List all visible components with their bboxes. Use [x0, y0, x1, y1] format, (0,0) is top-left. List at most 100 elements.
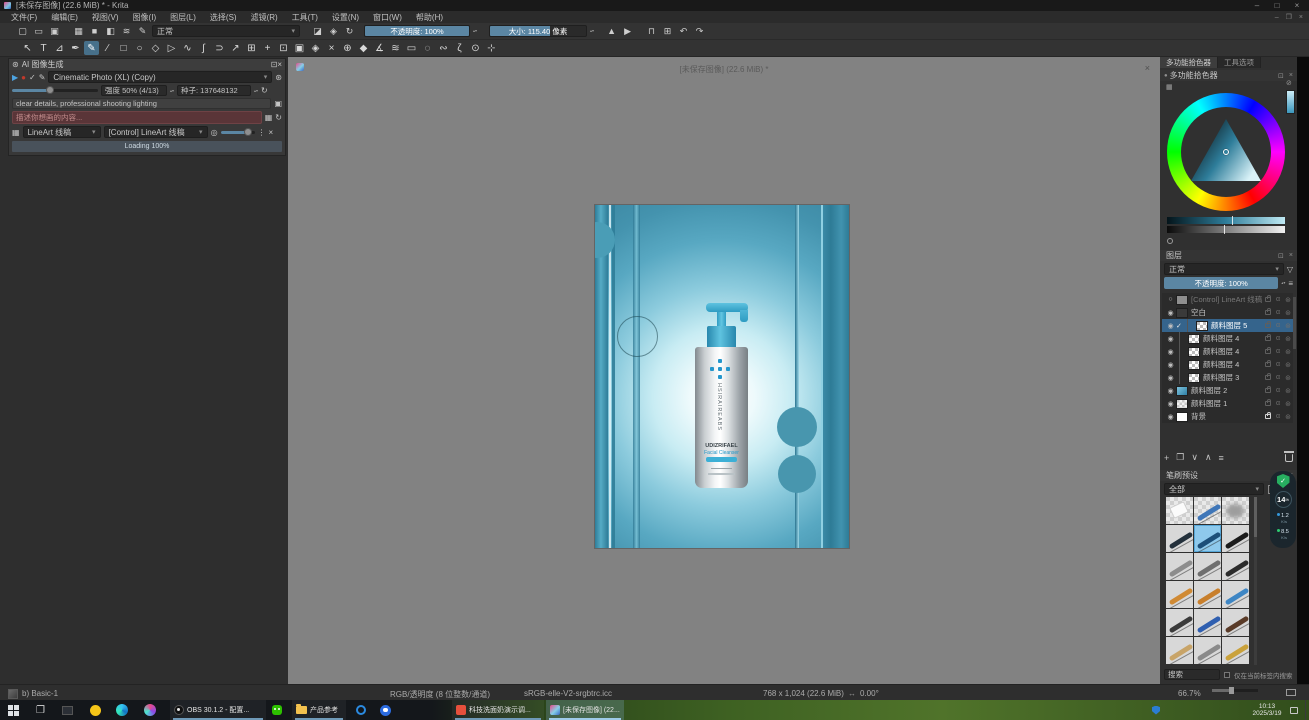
brush-preset-1[interactable] — [1194, 497, 1221, 524]
move-layer-down-button[interactable]: ∨ — [1191, 452, 1198, 463]
layer-blend-dropdown[interactable]: 正常 ▾ — [1164, 263, 1284, 275]
record-icon[interactable]: ● — [21, 73, 26, 82]
brush-preset-5[interactable] — [1222, 525, 1249, 552]
layer-row-4[interactable]: ◉颜料图层 4α⊛ — [1162, 345, 1293, 358]
layer-alpha-icon[interactable]: α — [1273, 309, 1283, 316]
settings-gear-icon[interactable]: ⊛ — [275, 73, 282, 82]
tool-17[interactable]: ▣ — [292, 41, 307, 55]
rotate-icon[interactable]: ↔ — [848, 689, 856, 698]
tool-11[interactable]: ∫ — [196, 41, 211, 55]
layer-properties-icon[interactable]: ⊛ — [1283, 400, 1293, 408]
layer-lock-icon[interactable] — [1265, 336, 1271, 341]
apply-check-icon[interactable]: ✓ — [29, 73, 36, 82]
layer-lock-icon[interactable] — [1265, 362, 1271, 367]
menu-item-7[interactable]: 工具(T) — [285, 12, 325, 23]
layer-alpha-icon[interactable]: α — [1273, 296, 1283, 303]
brush-preset-6[interactable] — [1166, 553, 1193, 580]
control-strength-slider[interactable] — [221, 131, 255, 134]
resource-icon-3[interactable]: ≋ — [120, 26, 133, 37]
opacity-slider[interactable]: 不透明度: 100% — [364, 25, 470, 37]
brush-preset-0[interactable] — [1166, 497, 1193, 524]
tool-22[interactable]: ∡ — [372, 41, 387, 55]
close-docker-icon[interactable]: × — [1289, 252, 1293, 259]
brush-grid-scrollbar[interactable] — [1254, 497, 1257, 665]
layer-opacity-slider[interactable]: 不透明度: 100% — [1164, 277, 1278, 289]
tool-25[interactable]: ◌ — [420, 41, 435, 55]
brush-tag-dropdown[interactable]: 全部 ▾ — [1164, 483, 1264, 495]
krita-window-button[interactable]: [未保存图像] (22... — [546, 700, 624, 720]
generate-play-icon[interactable]: ▶ — [12, 73, 18, 82]
redo-icon[interactable]: ↷ — [693, 26, 706, 37]
clock[interactable]: 10:13 2025/3/19 — [1248, 700, 1286, 720]
canvas-area[interactable]: [未保存图像] (22.6 MiB) * × — [288, 57, 1160, 684]
menu-item-5[interactable]: 选择(S) — [203, 12, 244, 23]
brush-preset-12[interactable] — [1166, 609, 1193, 636]
layer-properties-icon[interactable]: ⊛ — [1283, 348, 1293, 356]
tool-10[interactable]: ∿ — [180, 41, 195, 55]
brush-search-input[interactable]: 搜索 — [1164, 669, 1220, 680]
canvas-only-icon[interactable] — [1286, 689, 1296, 696]
layer-lock-icon[interactable] — [1265, 310, 1271, 315]
reseed-icon[interactable]: ↻ — [261, 86, 268, 95]
chat-app-icon[interactable] — [380, 700, 391, 720]
tool-8[interactable]: ◇ — [148, 41, 163, 55]
mini-color-button[interactable] — [1167, 238, 1173, 244]
layer-lock-icon[interactable] — [1265, 414, 1271, 419]
layer-properties-icon[interactable]: ⊛ — [1283, 374, 1293, 382]
brush-preset-9[interactable] — [1166, 581, 1193, 608]
brush-preview-chip[interactable] — [8, 689, 18, 699]
wechat-icon[interactable] — [272, 700, 282, 720]
notification-icon[interactable] — [1290, 700, 1298, 720]
float-docker-icon[interactable]: ⊡ — [271, 60, 278, 69]
brush-preset-2[interactable] — [1222, 497, 1249, 524]
obs-app-button[interactable]: OBS 30.1.2 - 配置... — [170, 700, 266, 720]
tool-15[interactable]: + — [260, 41, 275, 55]
tool-28[interactable]: ⊙ — [468, 41, 483, 55]
app-icon-blue-ring[interactable] — [356, 700, 366, 720]
app-icon-yellow[interactable] — [90, 700, 101, 720]
media-app-icon[interactable] — [144, 700, 156, 720]
blending-mode-dropdown[interactable]: 正常 ▾ — [152, 25, 300, 37]
current-color-swatch[interactable] — [1286, 90, 1295, 114]
presentation-window-button[interactable]: 科技洗面奶演示调... — [452, 700, 544, 720]
tool-21[interactable]: ◆ — [356, 41, 371, 55]
layer-visibility-icon[interactable]: ◉ — [1165, 413, 1176, 421]
tool-4[interactable]: ✎ — [84, 41, 99, 55]
float-docker-icon[interactable]: ⊡ — [1278, 252, 1284, 260]
duplicate-layer-button[interactable]: ❐ — [1176, 452, 1184, 463]
tool-20[interactable]: ⊕ — [340, 41, 355, 55]
layer-properties-button[interactable]: ≡ — [1219, 453, 1224, 463]
brush-preset-4[interactable] — [1194, 525, 1221, 552]
scope-checkbox[interactable] — [1224, 672, 1230, 678]
layer-alpha-icon[interactable]: α — [1273, 413, 1283, 420]
layer-lock-icon[interactable] — [1265, 375, 1271, 380]
file-icon-0[interactable]: ▢ — [16, 26, 29, 37]
layer-properties-icon[interactable]: ⊛ — [1283, 413, 1293, 421]
brush-preset-15[interactable] — [1166, 637, 1193, 664]
task-view-button[interactable]: ❐ — [36, 700, 45, 720]
resource-icon-1[interactable]: ■ — [88, 26, 101, 37]
brush-preset-3[interactable] — [1166, 525, 1193, 552]
layer-visibility-icon[interactable]: ◉ — [1165, 348, 1176, 356]
gray-bar[interactable] — [1167, 226, 1285, 233]
tool-24[interactable]: ▭ — [404, 41, 419, 55]
opacity-spinner[interactable]: ▴▾ — [473, 29, 477, 33]
tool-14[interactable]: ⊞ — [244, 41, 259, 55]
menu-item-3[interactable]: 图像(I) — [126, 12, 164, 23]
close-button[interactable]: × — [1287, 1, 1307, 10]
document-close-icon[interactable]: × — [1145, 63, 1150, 73]
brush-preset-7[interactable] — [1194, 553, 1221, 580]
brush-preset-16[interactable] — [1194, 637, 1221, 664]
mirror-vertical-icon[interactable]: ▶ — [621, 26, 634, 37]
edge-browser-icon[interactable] — [116, 700, 128, 720]
close-docker-icon[interactable]: × — [277, 60, 282, 69]
layer-row-3[interactable]: ◉颜料图层 4α⊛ — [1162, 332, 1293, 345]
mirror-horizontal-icon[interactable]: ▲ — [605, 26, 618, 36]
brush-preset-11[interactable] — [1222, 581, 1249, 608]
layer-visibility-icon[interactable]: ○ — [1165, 296, 1176, 303]
layer-properties-icon[interactable]: ⊛ — [1283, 335, 1293, 343]
seed-spinner[interactable]: ▴▾ — [254, 89, 258, 93]
strength-spinner[interactable]: ▴▾ — [170, 89, 174, 93]
tool-12[interactable]: ⊃ — [212, 41, 227, 55]
brush-preset-14[interactable] — [1222, 609, 1249, 636]
